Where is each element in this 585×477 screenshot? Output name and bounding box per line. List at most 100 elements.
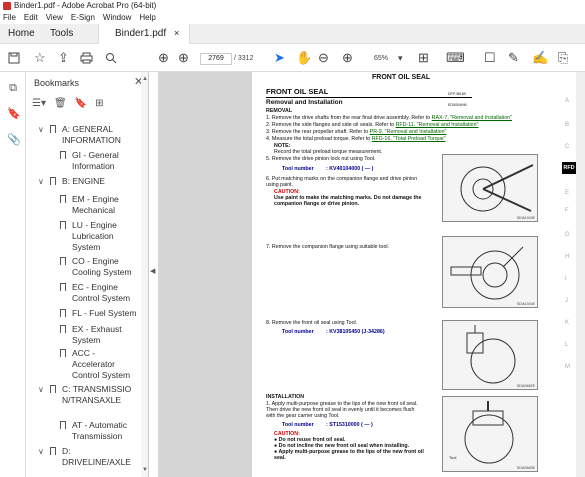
divider [266, 97, 472, 98]
side-tab-g[interactable]: G [565, 232, 570, 238]
figure-companion-flange: SDIA1044E [442, 236, 538, 308]
side-tab-j[interactable]: J [565, 298, 568, 304]
save-icon[interactable] [8, 49, 20, 67]
figure-code: SDIA0683E [516, 466, 535, 470]
menu-file[interactable]: File [3, 12, 16, 24]
tool-label: Tool number [282, 166, 314, 172]
menu-help[interactable]: Help [139, 12, 155, 24]
zoom-level[interactable]: 65% [374, 55, 388, 62]
scroll-down-icon[interactable]: ▼ [142, 467, 148, 473]
tool-label-inst: Tool number [282, 422, 314, 428]
pdf-page: FRONT OIL SEAL FRONT OIL SEAL DFP:38189 … [252, 72, 563, 477]
chevron-down-icon[interactable]: ∨ [38, 176, 44, 187]
section-side-tabs: A B C D E RFD F G H I J K L M [562, 72, 576, 477]
menu-esign[interactable]: E-Sign [71, 12, 95, 24]
side-tab-i[interactable]: I [565, 276, 567, 282]
bookmark-flag-icon [60, 325, 66, 333]
installation-heading: INSTALLATION [266, 394, 305, 400]
link-pr-9[interactable]: PR-9, "Removal and Installation" [370, 129, 447, 135]
scroll-up-icon[interactable]: ▲ [142, 76, 148, 82]
chevron-down-icon[interactable]: ∨ [38, 384, 44, 395]
menu-edit[interactable]: Edit [24, 12, 38, 24]
comment-icon[interactable]: ☐ [484, 49, 496, 67]
bookmark-flag-icon [50, 447, 56, 455]
print-icon[interactable] [80, 49, 93, 67]
bookmarks-panel: Bookmarks ✕ ☰▾ 🗑 🔖 ⊞ ∨ A: GENERAL INFORM… [26, 72, 149, 477]
side-tab-b[interactable]: B [565, 122, 569, 128]
nav-pane-strip: ⧉ 🔖 📎 [0, 72, 26, 477]
side-tab-e[interactable]: E [565, 190, 569, 196]
subsection-title: Removal and Installation [266, 99, 343, 106]
side-tab-f[interactable]: F [565, 208, 569, 214]
side-tab-l[interactable]: L [565, 342, 568, 348]
bookmark-tools: ☰▾ 🗑 🔖 ⊞ [32, 98, 142, 112]
bookmark-flag-icon [60, 349, 66, 357]
side-tab-c[interactable]: C [565, 144, 569, 150]
upload-icon[interactable]: ⇪ [58, 49, 69, 67]
step-7: 7. Remove the companion flange using sui… [266, 244, 390, 250]
tool-number-5: : KV40104000 ( — ) [326, 166, 374, 172]
link-rax-7[interactable]: RAX-7, "Removal and Installation" [432, 115, 512, 121]
step-5: 5. Remove the drive pinion lock nut usin… [266, 156, 376, 162]
window-titlebar: Binder1.pdf - Adobe Acrobat Pro (64-bit) [0, 0, 585, 12]
chevron-down-icon[interactable]: ∨ [38, 124, 44, 135]
document-area: FRONT OIL SEAL FRONT OIL SEAL DFP:38189 … [158, 72, 576, 477]
caution-item-3b: seal. [274, 455, 286, 461]
bookmarks-title: Bookmarks [34, 78, 80, 88]
options-menu-icon[interactable]: ☰▾ [32, 98, 46, 112]
expand-bookmark-icon[interactable]: ⊞ [95, 98, 103, 112]
tab-close-icon[interactable]: × [174, 28, 179, 38]
figure-oil-seal-removal: SDIA0682E [442, 320, 538, 390]
pages-icon[interactable]: ⧉ [7, 82, 19, 94]
tab-home[interactable]: Home [8, 28, 35, 39]
document-scrollbar[interactable] [576, 72, 585, 477]
new-bookmark-icon[interactable]: 🔖 [75, 98, 87, 112]
side-tab-rfd[interactable]: RFD [562, 162, 576, 174]
bookmark-flag-icon [50, 177, 56, 185]
acrobat-icon [3, 2, 11, 10]
bookmark-flag-icon [60, 283, 66, 291]
page-fit-icon[interactable]: ⊞ [418, 49, 429, 67]
tab-document-label: Binder1.pdf [115, 28, 167, 39]
collapse-panel-icon[interactable]: ◀ [150, 267, 155, 275]
bookmark-flag-icon [60, 221, 66, 229]
next-page-icon[interactable]: ⊕ [178, 49, 189, 67]
tool-label-8: Tool number [282, 329, 314, 335]
link-rfd-16[interactable]: RFD-16, "Total Preload Torque" [372, 136, 446, 142]
hand-tool-icon[interactable]: ✋ [296, 49, 312, 67]
pinion-illustration [460, 164, 534, 212]
select-cursor-icon[interactable]: ➤ [274, 49, 285, 67]
zoom-search-icon[interactable] [105, 49, 117, 67]
side-tab-h[interactable]: H [565, 254, 569, 260]
highlight-pen-icon[interactable]: ✎ [508, 49, 519, 67]
figure-code: SDIA1044E [516, 302, 535, 306]
link-rfd-11[interactable]: RFD-11, "Removal and Installation" [396, 122, 479, 128]
attachment-icon[interactable]: 📎 [7, 134, 21, 146]
bookmark-icon[interactable]: 🔖 [7, 108, 21, 120]
figure-oil-seal-install: Tool SDIA0683E [442, 396, 538, 472]
side-tab-a[interactable]: A [565, 98, 569, 104]
zoom-dropdown-icon[interactable]: ▾ [398, 49, 403, 67]
bookmarks-scrollbar[interactable]: ▲ ▼ [141, 72, 148, 477]
sign-icon[interactable]: ✍ [532, 49, 548, 67]
menu-window[interactable]: Window [103, 12, 131, 24]
seal-install-illustration [464, 401, 514, 464]
chevron-down-icon[interactable]: ∨ [38, 446, 44, 457]
keyboard-icon[interactable]: ⌨ [446, 49, 465, 67]
figure-tool-label: Tool [449, 455, 457, 460]
bookmark-flag-icon [50, 385, 56, 393]
delete-bookmark-icon[interactable]: 🗑 [54, 98, 67, 112]
menu-view[interactable]: View [46, 12, 63, 24]
share-icon[interactable]: ⎘ [558, 49, 568, 67]
star-icon[interactable]: ☆ [34, 49, 46, 67]
zoom-in-icon[interactable]: ⊕ [342, 49, 353, 67]
page-number-input[interactable]: 2769 [200, 53, 232, 65]
figure-code: SDIA0682E [516, 384, 535, 388]
step-8: 8. Remove the front oil seal using Tool. [266, 320, 358, 326]
side-tab-m[interactable]: M [565, 364, 570, 370]
prev-page-icon[interactable]: ⊕ [158, 49, 169, 67]
zoom-out-icon[interactable]: ⊖ [318, 49, 329, 67]
side-tab-k[interactable]: K [565, 320, 569, 326]
page-total: / 3312 [234, 55, 254, 62]
tab-tools[interactable]: Tools [50, 28, 73, 39]
